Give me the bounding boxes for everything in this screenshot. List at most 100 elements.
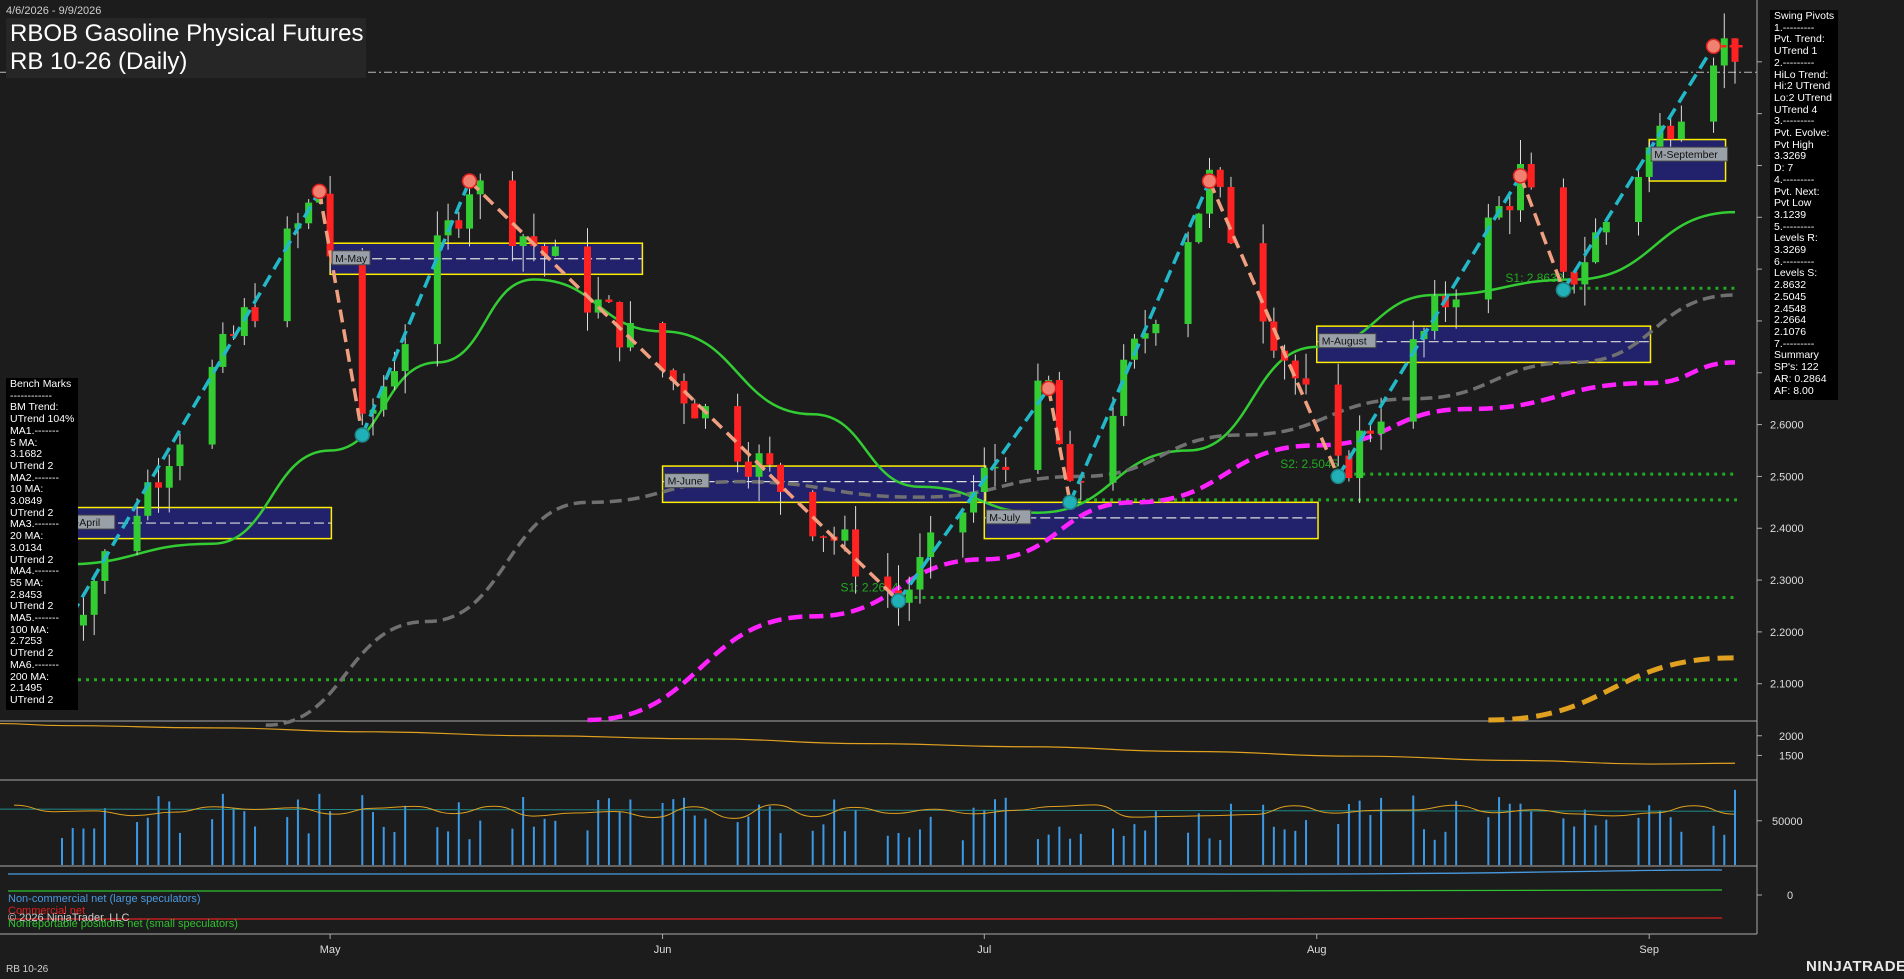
- candle-body: [691, 403, 699, 419]
- candle-body: [79, 614, 87, 626]
- y-tick-label: 2.1000: [1770, 679, 1804, 691]
- pivot-high-marker: [1201, 173, 1218, 189]
- candle-body: [1152, 323, 1160, 334]
- bench-panel-line: 3.0134: [10, 541, 43, 554]
- swing-panel-line: 4.---------: [1774, 173, 1815, 186]
- candle-body: [809, 491, 817, 537]
- bench-panel-line: MA5.-------: [10, 612, 59, 625]
- candle-body: [1034, 380, 1042, 470]
- chart-title: RBOB Gasoline Physical Futures RB 10-26 …: [6, 18, 366, 78]
- bench-panel-line: MA1.-------: [10, 424, 59, 437]
- candle-body: [455, 220, 463, 229]
- candle-body: [508, 180, 516, 246]
- candle-body: [1634, 176, 1642, 222]
- title-instrument: RBOB Gasoline Physical Futures: [10, 20, 364, 47]
- x-tick-label: Sep: [1639, 944, 1659, 956]
- pivot-high-marker: [461, 173, 478, 189]
- swing-panel-line: Pvt. Evolve:: [1774, 127, 1830, 140]
- y-tick-label: 2.6000: [1770, 420, 1804, 432]
- month-box: [983, 501, 1319, 540]
- candle-body: [1720, 38, 1728, 66]
- candle-body: [326, 193, 334, 257]
- bench-panel-line: UTrend 2: [10, 459, 54, 472]
- bench-panel-line: MA6.-------: [10, 658, 59, 671]
- candle-body: [390, 371, 398, 387]
- pivot-high-marker: [1512, 168, 1529, 184]
- support-label: S1: 2.8632: [1505, 271, 1563, 285]
- candle-body: [1731, 38, 1739, 62]
- candle-body: [766, 453, 774, 465]
- x-tick-label: May: [320, 944, 341, 956]
- candle-body: [358, 256, 366, 414]
- candle-body: [1559, 187, 1567, 272]
- oi-tick-label: 2000: [1779, 731, 1803, 743]
- candle-body: [165, 466, 173, 488]
- candle-body: [519, 236, 527, 246]
- y-tick-label: 2.4000: [1770, 523, 1804, 535]
- candle-body: [1506, 206, 1514, 211]
- candle-body: [927, 532, 935, 558]
- candle-body: [433, 235, 441, 345]
- candle-body: [1667, 125, 1675, 140]
- month-box-label: M-August: [1322, 336, 1367, 348]
- candle-body: [916, 557, 924, 590]
- pivot-high-marker: [311, 183, 328, 200]
- legend-noncommercial: Non-commercial net (large speculators): [8, 893, 201, 905]
- candle-body: [1002, 466, 1010, 470]
- y-tick-label: 2.3000: [1770, 575, 1804, 587]
- candle-body: [1216, 169, 1224, 187]
- pivot-low-marker: [1555, 282, 1572, 298]
- bench-panel-line: 55 MA:: [10, 576, 44, 589]
- candle-body: [1377, 421, 1385, 434]
- candle-body: [1677, 121, 1685, 140]
- candle-body: [1527, 163, 1535, 188]
- candle-body: [90, 580, 98, 615]
- candle-body: [744, 461, 752, 477]
- candle-body: [1570, 271, 1578, 285]
- candle-body: [251, 307, 259, 322]
- bench-panel-line: UTrend 2: [10, 693, 54, 706]
- swing-panel-line: AF: 8.00: [1774, 384, 1814, 397]
- bench-panel-line: Bench Marks: [10, 378, 72, 390]
- month-box-label: M-June: [668, 476, 703, 488]
- candle-body: [551, 246, 559, 256]
- bench-panel-line: 3.0849: [10, 495, 43, 508]
- candle-body: [605, 299, 613, 303]
- legend-nonreportable: Nonreportable positions net (small specu…: [8, 918, 238, 930]
- price-chart[interactable]: S2: 2.5045S1: 2.2664S1: 2.8632 M-AprilM-…: [0, 0, 1904, 979]
- title-contract: RB 10-26 (Daily): [10, 48, 188, 75]
- x-tick-label: Jul: [977, 944, 991, 956]
- candle-body: [1581, 262, 1589, 285]
- swing-panel-line: 2.---------: [1774, 56, 1815, 69]
- candle-body: [1302, 378, 1310, 385]
- pivot-high-marker: [1705, 38, 1722, 55]
- candle-body: [1195, 213, 1203, 243]
- candle-body: [1227, 186, 1235, 244]
- month-box-label: M-July: [989, 512, 1021, 524]
- x-tick-label: Aug: [1307, 944, 1327, 956]
- ninjatrader-logo: NINJATRADER: [1806, 958, 1904, 975]
- swing-panel-line: Swing Pivots: [1774, 10, 1835, 22]
- candle-body: [841, 529, 849, 541]
- candle-body: [1452, 299, 1460, 308]
- swing-panel-line: 3.3269: [1774, 244, 1807, 257]
- swing-panel-line: AR: 0.2864: [1774, 372, 1827, 385]
- candle-body: [133, 515, 141, 552]
- candle-body: [401, 344, 409, 372]
- candle-body: [583, 246, 591, 313]
- cot-tick-label: 0: [1787, 890, 1793, 902]
- pivot-low-marker: [354, 427, 371, 443]
- candle-body: [1710, 65, 1718, 122]
- candle-body: [777, 464, 785, 492]
- candle-body: [1366, 430, 1374, 434]
- candle-body: [466, 194, 474, 229]
- candle-body: [155, 482, 163, 488]
- y-tick-label: 2.5000: [1770, 471, 1804, 483]
- candle-body: [659, 323, 667, 371]
- date-range: 4/6/2026 - 9/9/2026: [6, 5, 102, 17]
- swing-panel-line: 2.5045: [1774, 290, 1807, 303]
- swing-pivots-panel: Swing Pivots 1.--------- Pvt. Trend: UTrend…: [1770, 10, 1838, 401]
- candle-body: [1602, 221, 1610, 233]
- candle-body: [208, 366, 216, 445]
- y-tick-label: 2.2000: [1770, 627, 1804, 639]
